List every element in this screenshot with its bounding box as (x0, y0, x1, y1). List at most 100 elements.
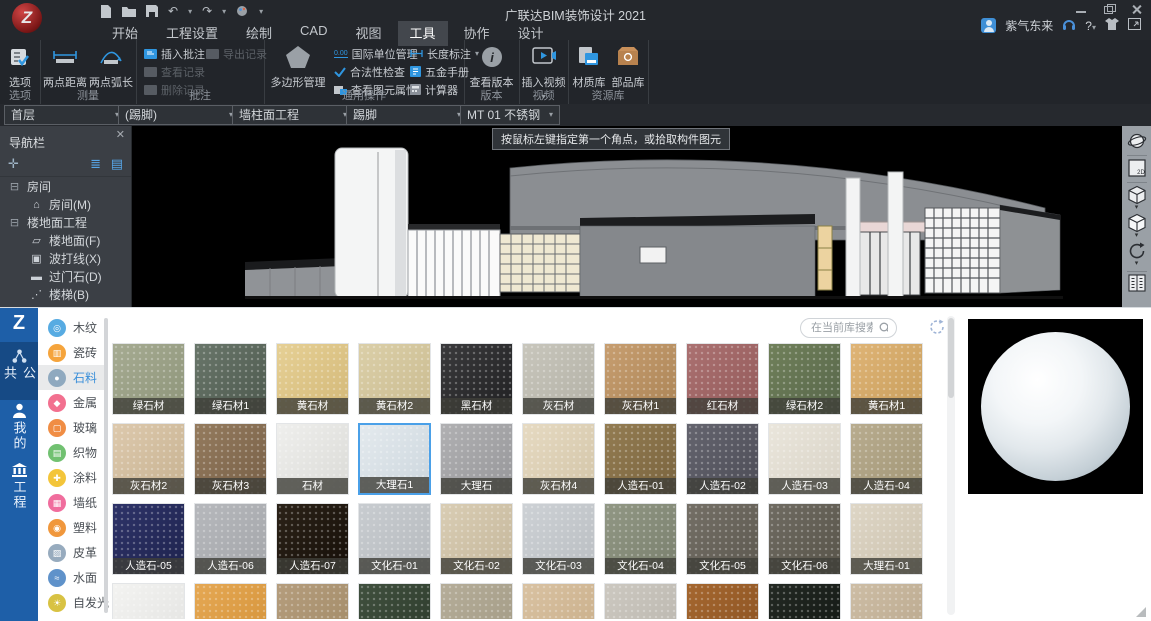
menu-tab[interactable]: 协作 (452, 21, 502, 46)
material-card[interactable]: 人造石-07 (276, 503, 349, 575)
category-item[interactable]: ≈ 水面 (38, 565, 108, 590)
material-card[interactable]: 文化石-02 (440, 503, 513, 575)
sidebar-section-public[interactable]: 公共 (0, 342, 38, 400)
list-view-icon[interactable]: ≣ (90, 156, 101, 172)
category-item[interactable]: ▨ 皮革 (38, 540, 108, 565)
menu-tab[interactable]: 绘制 (234, 21, 284, 46)
context-dropdown[interactable]: 墙柱面工程▾ (232, 105, 354, 125)
category-item[interactable]: ▤ 织物 (38, 440, 108, 465)
material-card[interactable]: 大理石1 (358, 423, 431, 495)
context-dropdown[interactable]: 首层▾ (4, 105, 126, 125)
menu-tab[interactable]: 设计 (506, 21, 556, 46)
material-card[interactable] (604, 583, 677, 619)
material-card[interactable]: 黄石材2 (358, 343, 431, 415)
cube-alt-caret-icon[interactable]: ▾ (1135, 233, 1139, 239)
category-item[interactable]: ▢ 玻璃 (38, 415, 108, 440)
material-card[interactable]: 大理石 (440, 423, 513, 495)
material-card[interactable]: 灰石材3 (194, 423, 267, 495)
rotate-view-button[interactable]: ▾ (1126, 241, 1148, 267)
cube-caret-icon[interactable]: ▾ (1135, 205, 1139, 211)
category-scrollbar[interactable] (104, 318, 108, 613)
insert-annotation-button[interactable]: 插入批注 (144, 46, 205, 61)
add-view-icon[interactable]: ✛ (8, 156, 19, 172)
material-card[interactable]: 人造石-06 (194, 503, 267, 575)
help-button[interactable]: ?▾ (1085, 19, 1096, 33)
panel-view-icon[interactable]: ▤ (111, 156, 123, 172)
minimize-button[interactable] (1075, 4, 1087, 14)
category-item[interactable]: ☀ 自发光 (38, 590, 108, 615)
polygon-manage-button[interactable]: 多边形管理 (268, 43, 328, 90)
material-card[interactable] (358, 583, 431, 619)
navigator-close-icon[interactable]: ✕ (116, 128, 125, 141)
material-scrollbar[interactable] (947, 316, 955, 615)
material-card[interactable]: 人造石-04 (850, 423, 923, 495)
orbit-view-button[interactable] (1126, 131, 1148, 151)
menu-tab[interactable]: 工程设置 (154, 21, 230, 46)
material-card[interactable]: 人造石-05 (112, 503, 185, 575)
material-card[interactable]: 文化石-06 (768, 503, 841, 575)
context-dropdown[interactable]: MT 01 不锈钢▾ (460, 105, 560, 125)
sidebar-section-mine[interactable]: 我的 (0, 396, 38, 460)
theme-icon[interactable] (1105, 18, 1119, 33)
view-record-button[interactable]: 查看记录 (144, 64, 205, 79)
material-card[interactable] (276, 583, 349, 619)
menu-tab[interactable]: 开始 (100, 21, 150, 46)
context-dropdown[interactable]: (踢脚)▾ (118, 105, 240, 125)
material-card[interactable]: 绿石材 (112, 343, 185, 415)
category-item[interactable]: ✚ 涂料 (38, 465, 108, 490)
material-card[interactable]: 灰石材2 (112, 423, 185, 495)
tree-item[interactable]: ⊟ 楼地面工程 (0, 214, 131, 232)
material-lib-button[interactable]: 材质库 (570, 43, 608, 90)
options-button[interactable]: 选项 (2, 43, 38, 90)
restore-button[interactable] (1103, 4, 1115, 14)
viewport-3d[interactable]: 按鼠标左键指定第一个角点，或拾取构件图元 (0, 126, 1122, 307)
material-card[interactable]: 文化石-03 (522, 503, 595, 575)
view-2d-button[interactable]: 2D (1126, 158, 1148, 178)
export-record-button[interactable]: 导出记录 (206, 46, 267, 61)
cube-alt-view-button[interactable]: ▾ (1126, 213, 1148, 239)
material-card[interactable]: 黄石材1 (850, 343, 923, 415)
material-card[interactable]: 文化石-04 (604, 503, 677, 575)
material-card[interactable]: 石材 (276, 423, 349, 495)
category-item[interactable]: ● 石料 (38, 365, 108, 390)
material-card[interactable] (112, 583, 185, 619)
material-card[interactable] (440, 583, 513, 619)
material-card[interactable]: 大理石-01 (850, 503, 923, 575)
category-item[interactable]: ▥ 瓷砖 (38, 340, 108, 365)
close-button[interactable] (1131, 4, 1143, 14)
hardware-manual-button[interactable]: 五金手册 (410, 64, 469, 79)
menu-tab[interactable]: 工具 (398, 21, 448, 46)
material-card[interactable]: 灰石材 (522, 343, 595, 415)
cube-view-button[interactable]: ▾ (1126, 185, 1148, 211)
menu-tab[interactable]: CAD (288, 21, 339, 46)
unit-manage-button[interactable]: 0.00 国际单位管理 (334, 46, 418, 61)
material-card[interactable]: 绿石材1 (194, 343, 267, 415)
category-item[interactable]: ◆ 金属 (38, 390, 108, 415)
material-card[interactable]: 绿石材2 (768, 343, 841, 415)
material-card[interactable] (850, 583, 923, 619)
tree-item[interactable]: ⋰ 楼梯(B) (0, 286, 131, 304)
category-item[interactable]: ◎ 木纹 (38, 315, 108, 340)
refresh-button[interactable] (928, 318, 946, 336)
material-card[interactable]: 黄石材 (276, 343, 349, 415)
material-card[interactable] (686, 583, 759, 619)
rotate-caret-icon[interactable]: ▾ (1135, 261, 1139, 267)
expand-icon[interactable] (1128, 18, 1141, 33)
tree-item[interactable]: ▬ 过门石(D) (0, 268, 131, 286)
material-card[interactable]: 灰石材4 (522, 423, 595, 495)
two-point-distance-button[interactable]: 两点距离 (43, 43, 87, 90)
search-input[interactable] (809, 321, 875, 335)
tree-item[interactable]: ▣ 波打线(X) (0, 250, 131, 268)
material-card[interactable]: 黑石材 (440, 343, 513, 415)
menu-tab[interactable]: 视图 (344, 21, 394, 46)
headset-icon[interactable] (1062, 18, 1076, 34)
category-item[interactable]: ▦ 墙纸 (38, 490, 108, 515)
material-card[interactable]: 人造石-03 (768, 423, 841, 495)
material-card[interactable] (768, 583, 841, 619)
tree-item[interactable]: ⊟ 房间 (0, 178, 131, 196)
context-dropdown[interactable]: 踢脚▾ (346, 105, 468, 125)
sidebar-section-project[interactable]: 工程 (0, 456, 38, 522)
legality-check-button[interactable]: 合法性检查 (334, 64, 405, 79)
material-card[interactable]: 文化石-05 (686, 503, 759, 575)
two-point-arc-button[interactable]: 两点弧长 (89, 43, 133, 90)
